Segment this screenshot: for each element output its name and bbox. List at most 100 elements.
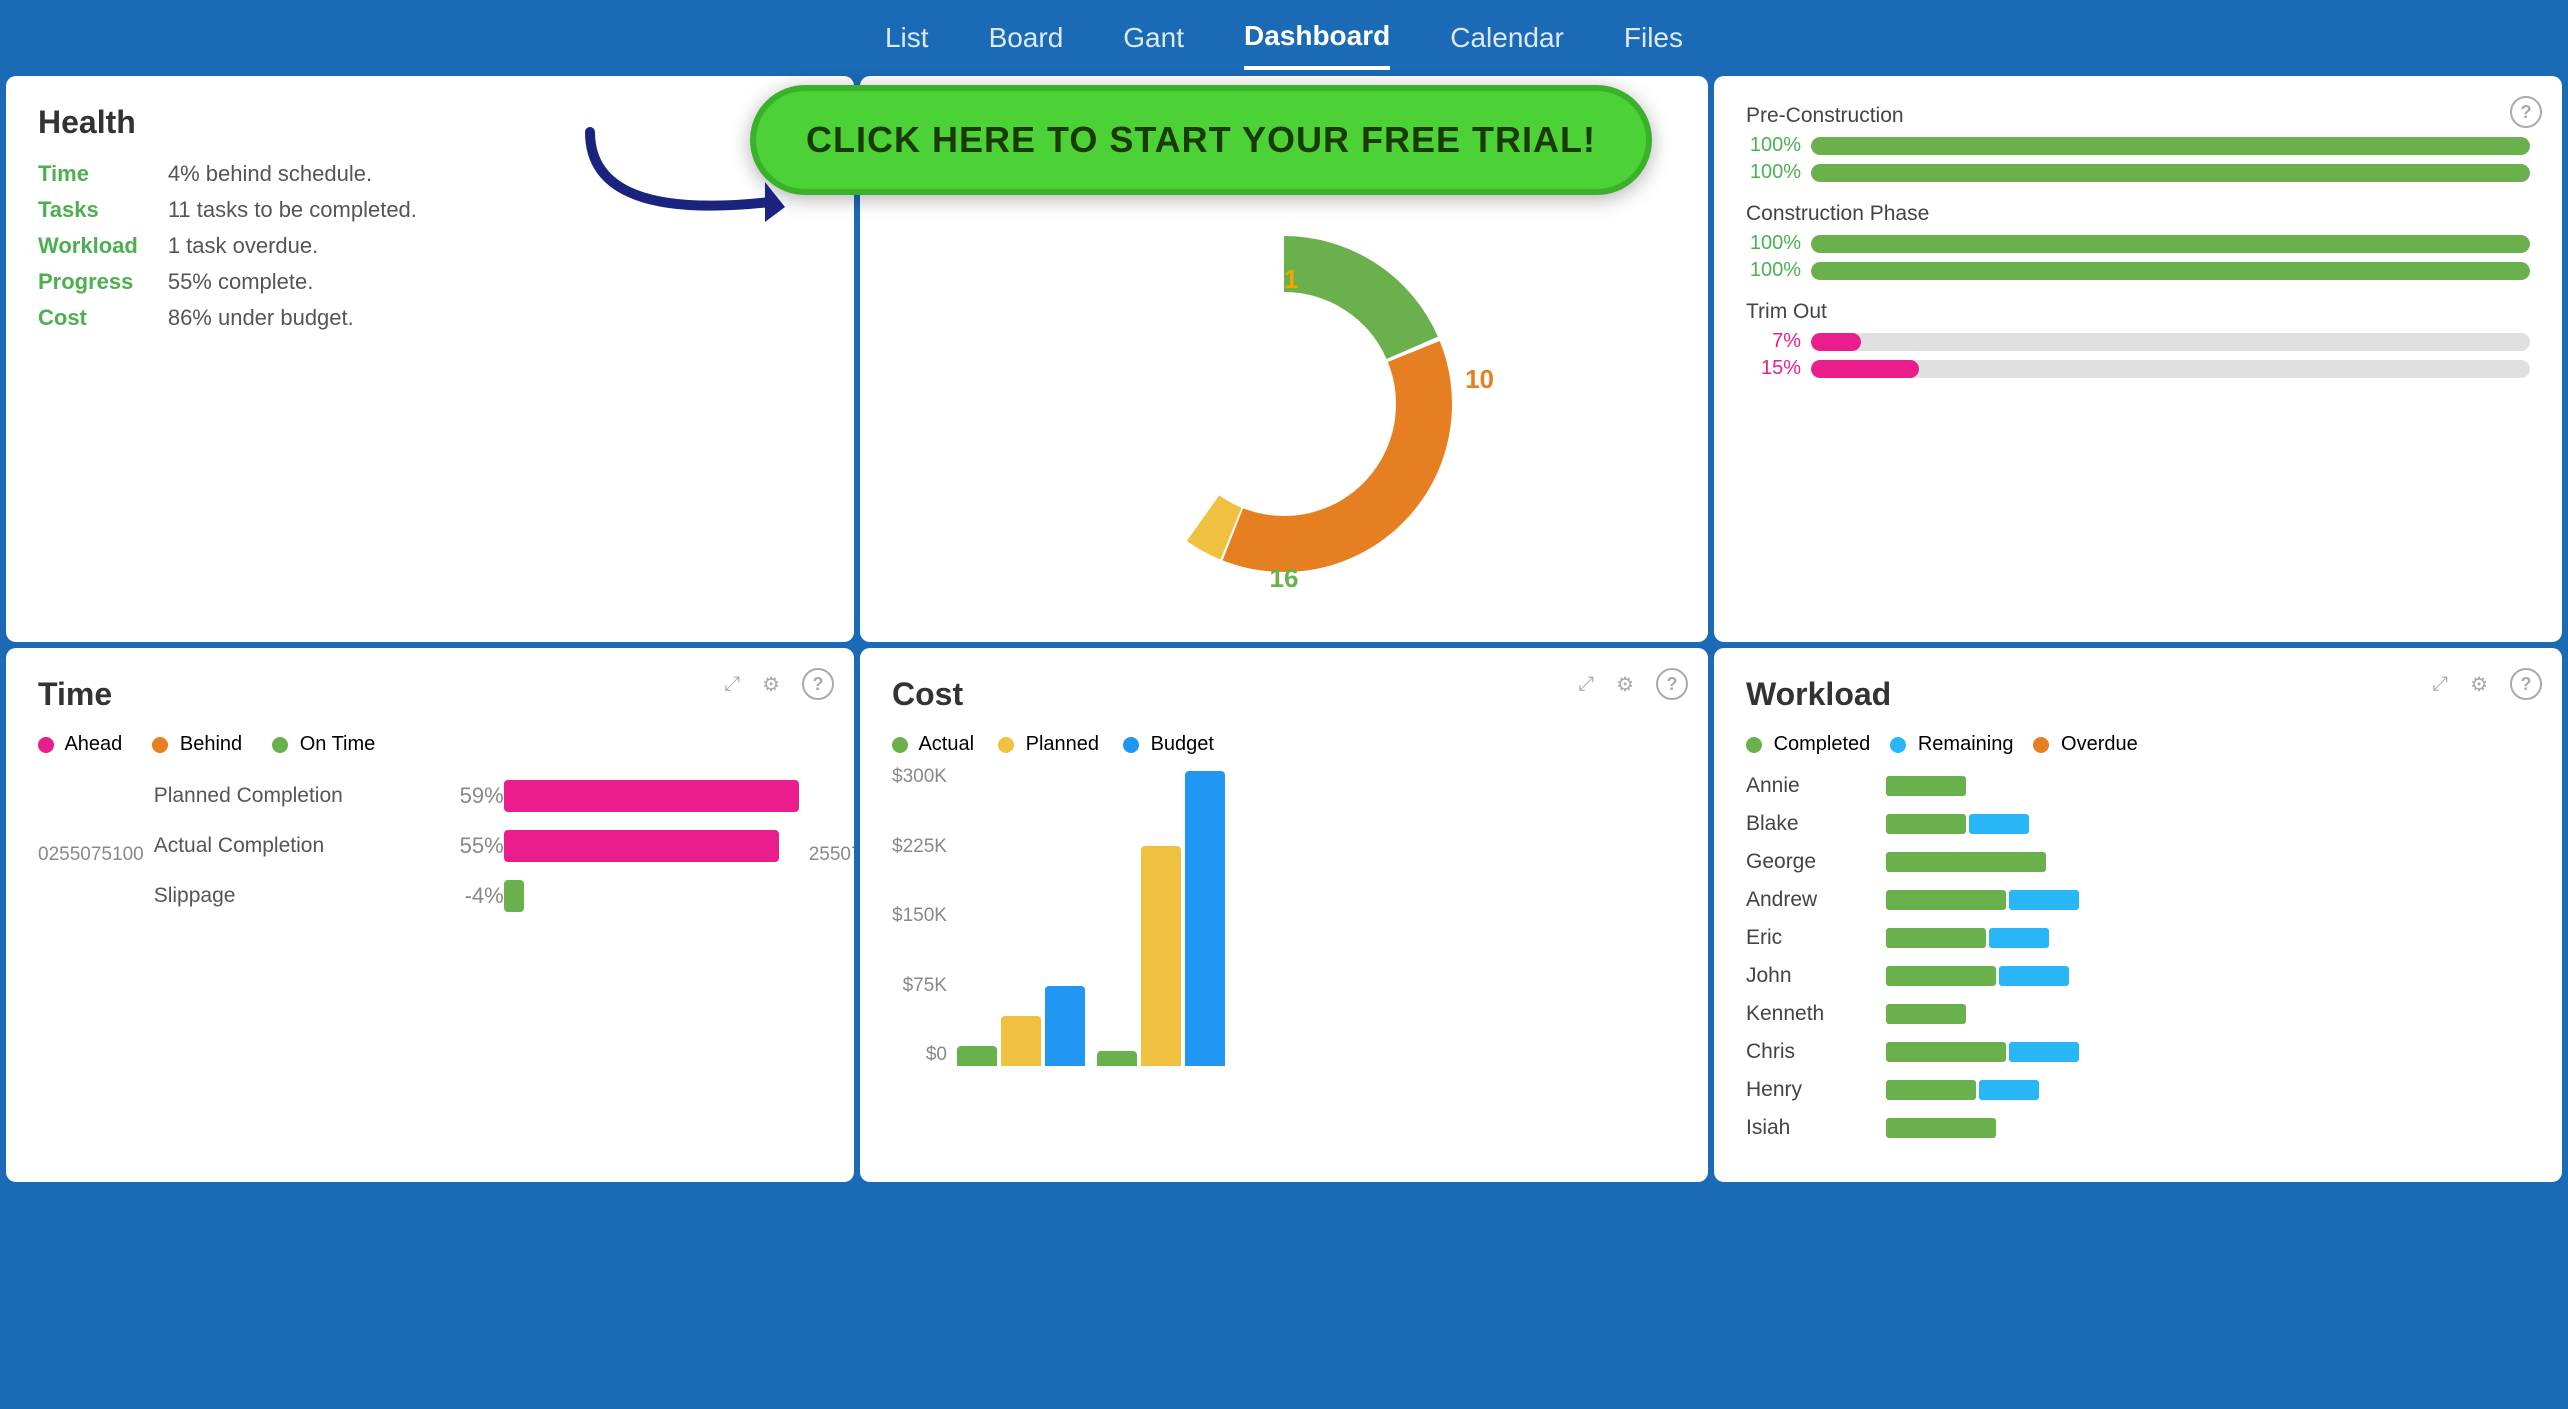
wl-name-henry: Henry <box>1746 1078 1886 1102</box>
phase-trim-track-2 <box>1811 360 2530 378</box>
time-card-icons: ⤢ ⚙ ? <box>724 668 834 700</box>
phase-con-fill-2 <box>1811 262 2530 280</box>
phase-pre-bar-2: 100% <box>1746 161 2530 184</box>
wl-bars-eric <box>1886 928 2049 948</box>
behind-dot <box>152 737 168 753</box>
wl-row-henry: Henry <box>1746 1078 2530 1102</box>
main-grid: Health ? Time 4% behind schedule. Tasks … <box>0 70 2568 1188</box>
actual-dot <box>892 737 908 753</box>
nav-gant[interactable]: Gant <box>1123 14 1184 68</box>
health-time-label: Time <box>38 161 138 187</box>
nav-board[interactable]: Board <box>989 14 1064 68</box>
workload-expand-icon[interactable]: ⤢ <box>2432 673 2448 696</box>
phase-con-fill-1 <box>1811 235 2530 253</box>
wl-andrew-completed <box>1886 890 2006 910</box>
wl-bars-andrew <box>1886 890 2079 910</box>
workload-title: Workload <box>1746 676 2530 713</box>
phase-construction: Construction Phase 100% 100% <box>1746 202 2530 282</box>
cost-legend-budget: Budget <box>1123 733 1214 756</box>
time-axis-right: 25 50 75 100 <box>809 844 854 866</box>
cost-group-2 <box>1097 771 1225 1066</box>
cost-g2-actual <box>1097 1051 1137 1066</box>
cost-g1-planned <box>1001 1016 1041 1066</box>
wl-row-chris: Chris <box>1746 1040 2530 1064</box>
health-workload-label: Workload <box>38 233 138 259</box>
workload-card: Workload ⤢ ⚙ ? Completed Remaining Overd… <box>1714 648 2562 1182</box>
phase-trim-pct-2: 15% <box>1746 357 1801 380</box>
wl-blake-remaining <box>1969 814 2029 834</box>
phase-trim-bar-2: 15% <box>1746 357 2530 380</box>
time-expand-icon[interactable]: ⤢ <box>724 673 740 696</box>
phases-card: ? Pre-Construction 100% 100% Constructio… <box>1714 76 2562 642</box>
cost-legend-actual: Actual <box>892 733 974 756</box>
wl-bars-george <box>1886 852 2046 872</box>
phase-trim-bar-1: 7% <box>1746 330 2530 353</box>
cost-legend: Actual Planned Budget <box>892 733 1676 756</box>
health-progress-label: Progress <box>38 269 138 295</box>
wl-row-eric: Eric <box>1746 926 2530 950</box>
time-legend-behind: Behind <box>152 733 242 756</box>
phase-pre-fill-2 <box>1811 164 2530 182</box>
time-planned-bar <box>504 780 799 812</box>
cost-expand-icon[interactable]: ⤢ <box>1578 673 1594 696</box>
time-info-icon[interactable]: ? <box>802 668 834 700</box>
time-settings-icon[interactable]: ⚙ <box>762 672 780 697</box>
wl-bars-annie <box>1886 776 1966 796</box>
cost-card: Cost ⤢ ⚙ ? Actual Planned Budget $300K <box>860 648 1708 1182</box>
workload-card-icons: ⤢ ⚙ ? <box>2432 668 2542 700</box>
nav-bar: List Board Gant Dashboard Calendar Files <box>0 0 2568 70</box>
wl-row-blake: Blake <box>1746 812 2530 836</box>
cost-info-icon[interactable]: ? <box>1656 668 1688 700</box>
nav-files[interactable]: Files <box>1624 14 1683 68</box>
time-bar-planned: Planned Completion 59% <box>154 780 799 812</box>
donut-chart: 16 10 1 <box>1084 204 1484 604</box>
donut-label-1: 1 <box>1284 264 1298 295</box>
phase-trim-fill-2 <box>1811 360 1919 378</box>
wl-kenneth-completed <box>1886 1004 1966 1024</box>
wl-henry-completed <box>1886 1080 1976 1100</box>
cost-settings-icon[interactable]: ⚙ <box>1616 672 1634 697</box>
wl-john-completed <box>1886 966 1996 986</box>
wl-name-george: George <box>1746 850 1886 874</box>
wl-remaining-dot <box>1890 737 1906 753</box>
time-legend: Ahead Behind On Time <box>38 733 822 756</box>
arrow-svg <box>570 122 820 242</box>
workload-info-icon[interactable]: ? <box>2510 668 2542 700</box>
nav-list[interactable]: List <box>885 14 929 68</box>
wl-name-isiah: Isiah <box>1746 1116 1886 1140</box>
workload-settings-icon[interactable]: ⚙ <box>2470 672 2488 697</box>
wl-george-completed <box>1886 852 2046 872</box>
phase-trim-track-1 <box>1811 333 2530 351</box>
phase-con-pct-1: 100% <box>1746 232 1801 255</box>
time-title: Time <box>38 676 822 713</box>
phase-pre-fill-1 <box>1811 137 2530 155</box>
wl-henry-remaining <box>1979 1080 2039 1100</box>
budget-dot <box>1123 737 1139 753</box>
arrow-container <box>530 80 750 200</box>
wl-bars-john <box>1886 966 2069 986</box>
time-slippage-visual: -4% <box>434 880 799 912</box>
donut-label-16: 16 <box>1270 563 1299 594</box>
nav-calendar[interactable]: Calendar <box>1450 14 1564 68</box>
cost-g1-budget <box>1045 986 1085 1066</box>
cost-title: Cost <box>892 676 1676 713</box>
wl-legend-remaining: Remaining <box>1890 733 2013 756</box>
time-actual-pct: 55% <box>434 833 504 859</box>
phases-card-icons: ? <box>2510 96 2542 128</box>
wl-name-andrew: Andrew <box>1746 888 1886 912</box>
time-planned-visual: 59% <box>434 780 799 812</box>
phases-info-icon[interactable]: ? <box>2510 96 2542 128</box>
time-actual-visual: 55% <box>434 830 799 862</box>
time-bar-slippage: Slippage -4% <box>154 880 799 912</box>
wl-row-isiah: Isiah <box>1746 1116 2530 1140</box>
nav-dashboard[interactable]: Dashboard <box>1244 12 1390 70</box>
wl-row-andrew: Andrew <box>1746 888 2530 912</box>
cta-overlay: CLICK HERE TO START YOUR FREE TRIAL! <box>530 80 1652 200</box>
time-slippage-label: Slippage <box>154 884 434 908</box>
health-tasks-label: Tasks <box>38 197 138 223</box>
cta-button[interactable]: CLICK HERE TO START YOUR FREE TRIAL! <box>750 85 1652 195</box>
phase-construction-name: Construction Phase <box>1746 202 2530 226</box>
time-slippage-pct: -4% <box>434 883 504 909</box>
wl-name-eric: Eric <box>1746 926 1886 950</box>
wl-isiah-completed <box>1886 1118 1996 1138</box>
